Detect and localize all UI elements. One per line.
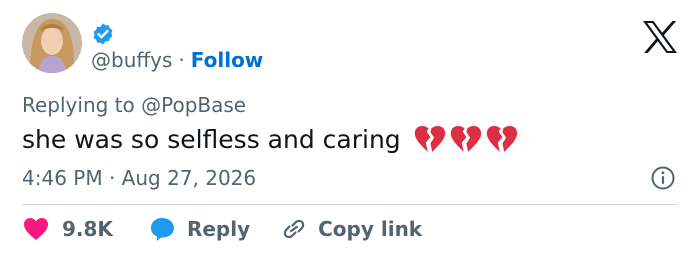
like-count: 9.8K <box>62 217 113 241</box>
emoji-group <box>413 124 518 154</box>
copy-link-label: Copy link <box>318 217 423 241</box>
follow-button[interactable]: Follow <box>191 48 264 72</box>
copy-link-button[interactable]: Copy link <box>280 216 422 242</box>
info-icon[interactable] <box>650 165 676 191</box>
replying-to[interactable]: Replying to @PopBase <box>22 93 246 117</box>
tweet-text-row: she was so selfless and caring <box>22 124 518 154</box>
link-icon <box>283 219 305 239</box>
broken-heart-icon <box>486 125 517 152</box>
reply-label: Reply <box>186 217 251 241</box>
divider <box>22 204 678 205</box>
tweet-timestamp[interactable]: 4:46 PM · Aug 27, 2026 <box>22 166 256 190</box>
verified-badge-icon <box>93 23 113 45</box>
broken-heart-icon <box>414 125 445 152</box>
tweet-text: she was so selfless and caring <box>22 124 401 154</box>
x-logo-icon[interactable] <box>642 20 678 54</box>
speech-bubble-icon <box>150 218 174 241</box>
action-bar: 9.8K Reply Copy link <box>22 214 422 244</box>
avatar-image <box>22 13 82 73</box>
broken-heart-icon <box>450 125 481 152</box>
author-row: @buffys · Follow <box>91 47 263 73</box>
separator-dot: · <box>178 48 185 72</box>
like-button[interactable]: 9.8K <box>22 216 149 242</box>
heart-icon <box>24 218 48 240</box>
author-handle[interactable]: @buffys <box>91 48 172 72</box>
avatar[interactable] <box>22 13 82 73</box>
reply-button[interactable]: Reply <box>149 216 280 242</box>
